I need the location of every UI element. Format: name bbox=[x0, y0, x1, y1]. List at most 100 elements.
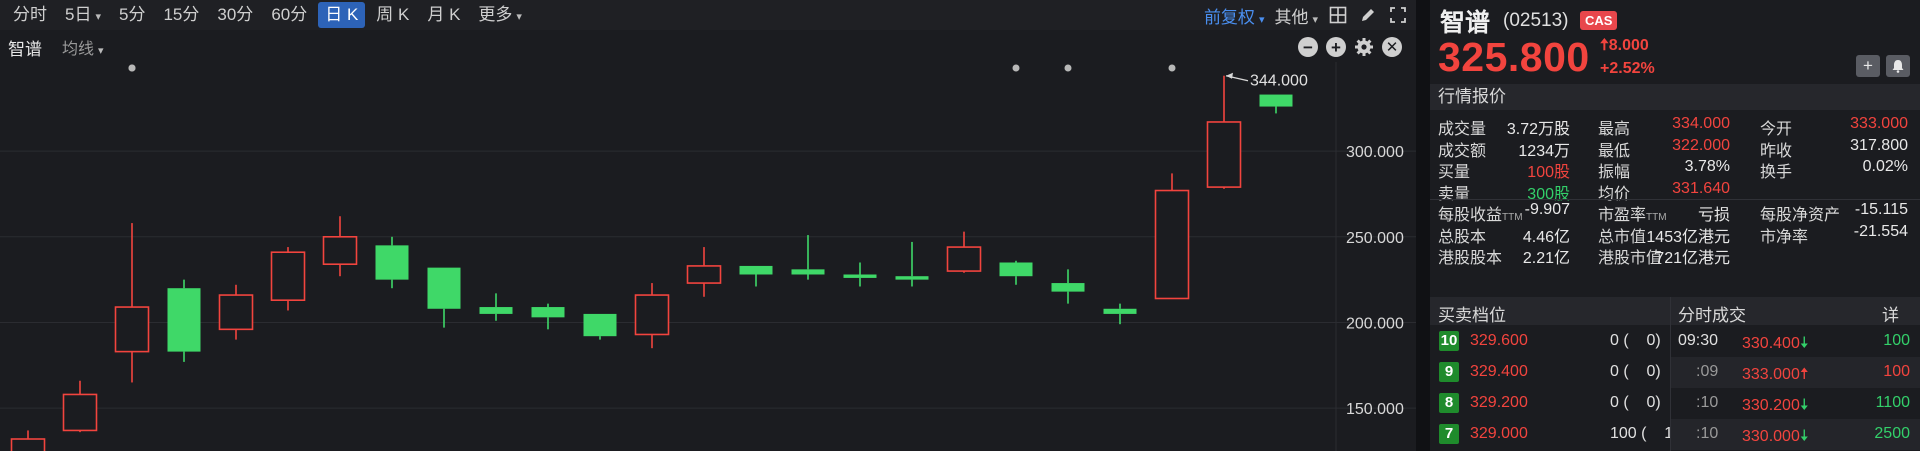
chevron-down-icon: ▾ bbox=[95, 11, 101, 23]
change-amount-value: 8.000 bbox=[1608, 37, 1649, 54]
candle-body-down bbox=[895, 276, 929, 280]
chart-tools: − + ✕ bbox=[1298, 37, 1402, 57]
period-tab-label: 60分 bbox=[271, 5, 308, 24]
toolbar-right: 前复权 ▾ 其他 ▾ bbox=[1204, 0, 1408, 30]
period-tab[interactable]: 月 K bbox=[418, 2, 469, 28]
ma-label: 均线 bbox=[62, 41, 95, 58]
tick-volume: 2500 bbox=[1874, 425, 1910, 442]
tick-volume: 100 bbox=[1883, 332, 1910, 349]
quote-value: 3.78% bbox=[1684, 158, 1730, 175]
chart-header: 智谱 均线 ▾ − + ✕ bbox=[0, 32, 1416, 62]
tick-price: 330.400🠇 bbox=[1742, 332, 1809, 359]
order-book-row[interactable]: 10 329.600 0 ( 0) bbox=[1430, 326, 1670, 357]
period-tab-label: 日 K bbox=[325, 5, 359, 24]
kline-chart[interactable]: 150.000200.000250.000300.000344.000116.1… bbox=[0, 62, 1416, 451]
candle-body-down bbox=[791, 269, 825, 275]
quote-value: -15.115 bbox=[1854, 201, 1908, 218]
y-tick-label: 200.000 bbox=[1346, 315, 1404, 332]
zoom-in-icon[interactable]: + bbox=[1326, 37, 1346, 57]
chevron-down-icon: ▾ bbox=[98, 45, 104, 57]
tick-price: 330.000🠇 bbox=[1742, 425, 1809, 451]
tick-price-value: 330.200 bbox=[1742, 397, 1800, 414]
period-tab[interactable]: 日 K bbox=[318, 2, 366, 28]
candle-body-up bbox=[218, 294, 254, 331]
candle-body-up bbox=[10, 438, 46, 451]
period-tab-label: 月 K bbox=[427, 5, 461, 24]
candle-body-up bbox=[1154, 189, 1190, 300]
price-adjust-select[interactable]: 前复权 ▾ bbox=[1204, 3, 1265, 28]
event-dot bbox=[1168, 64, 1176, 72]
tick-volume: 1100 bbox=[1875, 394, 1910, 411]
moving-average-select[interactable]: 均线 ▾ bbox=[62, 35, 104, 59]
add-watchlist-icon[interactable]: + bbox=[1856, 55, 1880, 77]
candle-body-down bbox=[1051, 283, 1085, 292]
chevron-down-icon: ▾ bbox=[516, 11, 522, 23]
tick-volume: 100 bbox=[1883, 363, 1910, 380]
ask-price: 329.000 bbox=[1470, 425, 1528, 442]
tick-row[interactable]: :10 330.000🠇 2500 bbox=[1670, 419, 1920, 450]
candle-body-down bbox=[1103, 308, 1137, 314]
gear-icon[interactable] bbox=[1354, 37, 1374, 57]
tick-price-value: 333.000 bbox=[1742, 366, 1800, 383]
quote-value: 721亿港元 bbox=[1655, 250, 1730, 267]
arrow-down-icon: 🠇 bbox=[1799, 397, 1809, 414]
candle-body-down bbox=[739, 265, 773, 275]
tick-time: 09:30 bbox=[1678, 332, 1719, 349]
tick-time: :10 bbox=[1696, 394, 1719, 411]
period-tab[interactable]: 30分 bbox=[208, 2, 262, 28]
bell-icon[interactable] bbox=[1886, 55, 1910, 77]
quote-label-text: 港股股本 bbox=[1438, 250, 1503, 267]
quote-value: 322.000 bbox=[1672, 136, 1730, 154]
period-tab[interactable]: 60分 bbox=[262, 2, 316, 28]
order-book-row[interactable]: 8 329.200 0 ( 0) bbox=[1430, 388, 1670, 419]
quote-value: 334.000 bbox=[1672, 115, 1730, 132]
chart-pane: 分时 5日 ▾ 5分 15分 30分 60分日 K周 K月 K 更多 ▾ 前复权 ▾ 其他 ▾ 智谱… bbox=[0, 0, 1416, 451]
grid-layout-icon[interactable] bbox=[1328, 5, 1348, 25]
tick-row[interactable]: :10 330.200🠇 1100 bbox=[1670, 388, 1920, 419]
tick-time: :09 bbox=[1696, 363, 1719, 380]
event-dot bbox=[1012, 64, 1020, 72]
quote-value: 2.21亿 bbox=[1522, 250, 1570, 267]
tick-row[interactable]: :09 333.000🠅 100 bbox=[1670, 357, 1920, 388]
period-tab[interactable]: 周 K bbox=[367, 2, 418, 28]
period-tab-label: 5分 bbox=[119, 5, 146, 24]
order-book-row[interactable]: 9 329.400 0 ( 0) bbox=[1430, 357, 1670, 388]
close-icon[interactable]: ✕ bbox=[1382, 37, 1402, 57]
quote-row: 港股股本 2.21亿 港股市值 721亿港元 bbox=[1430, 241, 1920, 268]
ask-price: 329.200 bbox=[1470, 394, 1528, 411]
pane-divider[interactable] bbox=[1416, 0, 1430, 451]
period-tab[interactable]: 15分 bbox=[154, 2, 208, 28]
header-buttons: + bbox=[1856, 55, 1910, 77]
period-tab[interactable]: 分时 bbox=[4, 2, 56, 28]
stock-header: 智谱 (02513) CAS 325.800 🠅8.000 +2.52% + bbox=[1430, 0, 1920, 84]
candle-body-down bbox=[375, 245, 409, 280]
order-book-title: 买卖档位 bbox=[1438, 306, 1506, 325]
zoom-out-icon[interactable]: − bbox=[1298, 37, 1318, 57]
quote-label: 港股市值 bbox=[1598, 244, 1662, 268]
period-tab[interactable]: 5日 ▾ bbox=[56, 2, 110, 28]
candle-body-up bbox=[114, 306, 150, 353]
candle-body-up bbox=[322, 235, 358, 266]
ticks-title: 分时成交 bbox=[1678, 306, 1746, 325]
draw-pen-icon[interactable] bbox=[1358, 5, 1378, 25]
ask-volume: 100 ( 1) bbox=[1610, 425, 1679, 442]
period-tab[interactable]: 更多 ▾ bbox=[469, 2, 531, 28]
other-menu[interactable]: 其他 ▾ bbox=[1274, 3, 1318, 28]
last-price: 325.800 bbox=[1438, 34, 1590, 80]
candle-body-down bbox=[1259, 94, 1293, 107]
arrow-up-icon: 🠅 bbox=[1799, 366, 1809, 383]
ticks-detail-link[interactable]: 详 bbox=[1882, 301, 1899, 326]
period-tab-label: 分时 bbox=[13, 5, 47, 24]
chevron-down-icon: ▾ bbox=[1312, 13, 1318, 26]
ask-price: 329.400 bbox=[1470, 363, 1528, 380]
period-tab-label: 更多 bbox=[478, 5, 513, 24]
candle-body-up bbox=[634, 294, 670, 336]
book-divider bbox=[1670, 297, 1671, 451]
order-book-row[interactable]: 7 329.000 100 ( 1) bbox=[1430, 419, 1678, 450]
ask-level-badge: 10 bbox=[1439, 331, 1459, 351]
fullscreen-icon[interactable] bbox=[1388, 5, 1408, 25]
period-tab[interactable]: 5分 bbox=[110, 2, 154, 28]
candle-body-up bbox=[1206, 121, 1242, 188]
tick-row[interactable]: 09:30 330.400🠇 100 bbox=[1670, 326, 1920, 357]
candle-body-down bbox=[583, 313, 617, 337]
